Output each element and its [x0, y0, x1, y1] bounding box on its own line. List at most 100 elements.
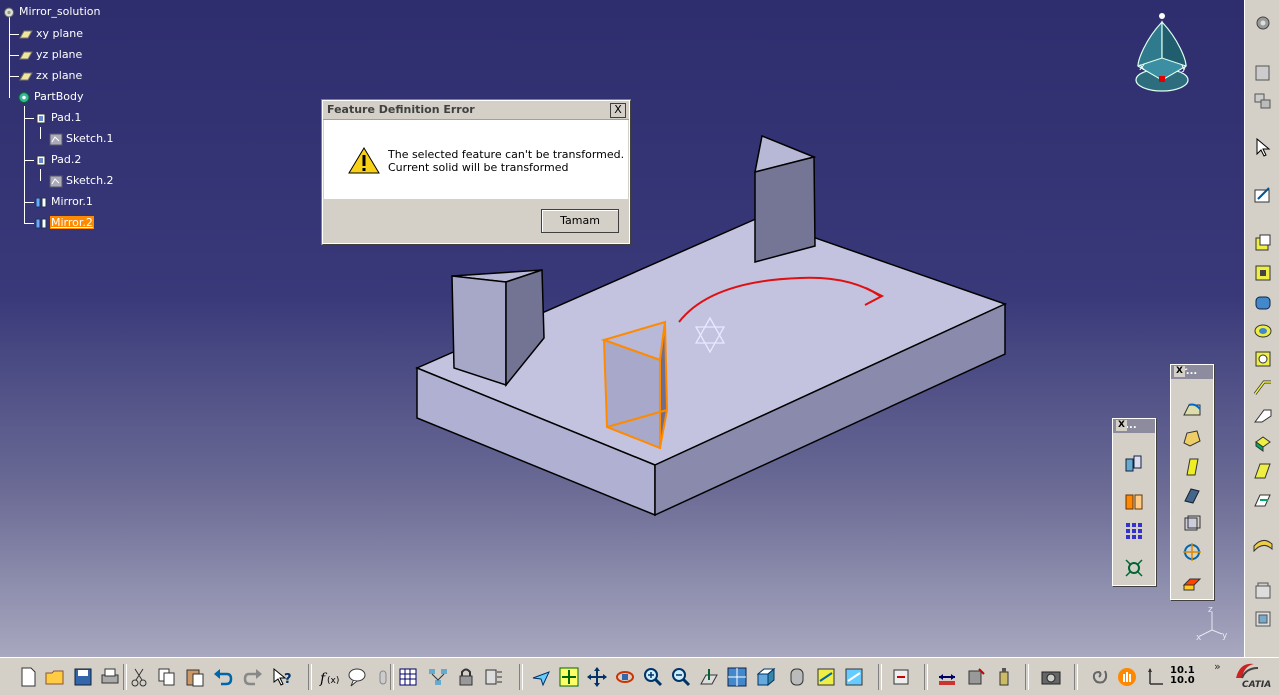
bottom-toolbar: ? f (x) 10.1 10.0 » CATIA	[0, 657, 1279, 695]
grid-setting[interactable]: 10.1 10.0	[1170, 666, 1195, 686]
dialog-message-line1: The selected feature can't be transforme…	[388, 148, 625, 161]
solid-combine-icon[interactable]	[1252, 490, 1274, 512]
open-folder-icon[interactable]	[44, 666, 66, 688]
ok-button[interactable]: Tamam	[541, 209, 619, 233]
draft-icon[interactable]	[1181, 456, 1203, 478]
dialog-close-button[interactable]: X	[610, 103, 626, 118]
tree-item-partbody[interactable]: PartBody	[17, 89, 84, 105]
fillet-icon[interactable]	[1181, 399, 1203, 421]
tree-item-sketch1[interactable]: Sketch.1	[49, 131, 115, 147]
toolbar-overflow[interactable]: »	[1214, 660, 1221, 673]
tree-item-label: Sketch.2	[66, 174, 114, 187]
tree-item-mirror1[interactable]: Mirror.1	[34, 194, 94, 210]
axis-system-icon[interactable]	[1144, 666, 1166, 688]
measure-between-icon[interactable]	[936, 666, 958, 688]
dialog-message-line2: Current solid will be transformed	[388, 161, 569, 174]
tree-item-pad2[interactable]: Pad.2	[34, 152, 82, 168]
tree-item-pad1[interactable]: Pad.1	[34, 110, 82, 126]
tree-item-mirror2[interactable]: Mirror.2	[34, 215, 94, 231]
print-icon[interactable]	[99, 666, 121, 688]
pan-icon[interactable]	[586, 666, 608, 688]
mirror-tool-icon[interactable]	[1123, 491, 1145, 513]
3d-viewport[interactable]: x y z x y Mirror_solution xy plane yz pl…	[0, 0, 1244, 657]
table-icon[interactable]	[397, 666, 419, 688]
thread-icon[interactable]	[1181, 541, 1203, 563]
transformation-toolbar-title[interactable]: Tr...X	[1113, 419, 1155, 433]
product-icon[interactable]	[1252, 90, 1274, 112]
redo-icon[interactable]	[242, 666, 264, 688]
iso-view-icon[interactable]	[755, 666, 777, 688]
tree-item-zx-plane[interactable]: zx plane	[19, 68, 83, 84]
multi-view-icon[interactable]	[726, 666, 748, 688]
sketch-icon	[49, 133, 63, 145]
mass-properties-icon[interactable]	[993, 666, 1015, 688]
hide-show-icon[interactable]	[815, 666, 837, 688]
tree-item-yz-plane[interactable]: yz plane	[19, 47, 83, 63]
stiffener-icon[interactable]	[1252, 460, 1274, 482]
plane-icon	[19, 30, 33, 38]
analysis-icon[interactable]	[1252, 580, 1274, 602]
graph-tree-icon[interactable]	[427, 666, 449, 688]
tree-root[interactable]: Mirror_solution	[2, 4, 101, 20]
part-geometry[interactable]: x y z x y	[0, 0, 1244, 657]
shell-icon[interactable]	[1181, 485, 1203, 507]
copy-icon[interactable]	[156, 666, 178, 688]
dialog-message: The selected feature can't be transforme…	[388, 148, 624, 174]
tree-item-label: zx plane	[36, 69, 83, 82]
measure-item-icon[interactable]	[965, 666, 987, 688]
capture-camera-icon[interactable]	[1040, 666, 1062, 688]
scaling-icon[interactable]	[1123, 557, 1145, 579]
gear-icon[interactable]	[1252, 12, 1274, 34]
feature-definition-error-dialog: Feature Definition Error X The selected …	[322, 100, 630, 244]
pad-tool-icon[interactable]	[1252, 232, 1274, 254]
groove-icon[interactable]	[1252, 320, 1274, 342]
remove-face-icon[interactable]	[1181, 571, 1203, 593]
translation-icon[interactable]	[1123, 453, 1145, 475]
measure-icon[interactable]	[1252, 608, 1274, 630]
catalog-icon[interactable]	[1252, 62, 1274, 84]
dialog-title: Feature Definition Error	[327, 103, 475, 116]
slot-icon[interactable]	[1252, 404, 1274, 426]
dress-up-toolbar-close[interactable]: X	[1174, 366, 1185, 377]
swap-visible-icon[interactable]	[843, 666, 865, 688]
hole-icon[interactable]	[1252, 348, 1274, 370]
thickness-icon[interactable]	[1181, 513, 1203, 535]
zoom-out-icon[interactable]	[670, 666, 692, 688]
tree-item-xy-plane[interactable]: xy plane	[19, 26, 84, 42]
tree-item-sketch2[interactable]: Sketch.2	[49, 173, 115, 189]
knowledge-advisor-icon[interactable]	[346, 666, 368, 688]
fit-all-icon[interactable]	[558, 666, 580, 688]
hand-icon[interactable]	[1116, 666, 1138, 688]
pattern-icon[interactable]	[1123, 520, 1145, 542]
dialog-titlebar[interactable]: Feature Definition Error X	[323, 101, 629, 120]
rotate-icon[interactable]	[614, 666, 636, 688]
grid-bottom-value: 10.0	[1170, 675, 1195, 686]
spiral-icon[interactable]	[1088, 666, 1110, 688]
cut-icon[interactable]	[128, 666, 150, 688]
help-icon[interactable]: ?	[271, 666, 293, 688]
zoom-in-icon[interactable]	[642, 666, 664, 688]
surface-based-icon[interactable]	[1252, 532, 1274, 554]
sketcher-icon[interactable]	[1252, 184, 1274, 206]
dress-up-toolbar-title[interactable]: Dr... X	[1171, 365, 1213, 379]
shading-icon[interactable]	[786, 666, 808, 688]
plane-icon	[19, 72, 33, 80]
update-icon[interactable]	[890, 666, 912, 688]
normal-view-icon[interactable]	[698, 666, 720, 688]
chamfer-icon[interactable]	[1181, 427, 1203, 449]
tools-icon[interactable]	[483, 666, 505, 688]
transformation-toolbar-close[interactable]: X	[1116, 420, 1127, 431]
paste-icon[interactable]	[184, 666, 206, 688]
lock-icon[interactable]	[455, 666, 477, 688]
select-arrow-icon[interactable]	[1252, 136, 1274, 158]
shaft-icon[interactable]	[1252, 292, 1274, 314]
fly-mode-icon[interactable]	[530, 666, 552, 688]
new-file-icon[interactable]	[17, 666, 39, 688]
multi-section-icon[interactable]	[1252, 432, 1274, 454]
pad-icon	[36, 155, 46, 165]
save-icon[interactable]	[72, 666, 94, 688]
rib-icon[interactable]	[1252, 376, 1274, 398]
undo-icon[interactable]	[212, 666, 234, 688]
formula-icon[interactable]: f (x)	[318, 666, 340, 688]
pocket-icon[interactable]	[1252, 262, 1274, 284]
